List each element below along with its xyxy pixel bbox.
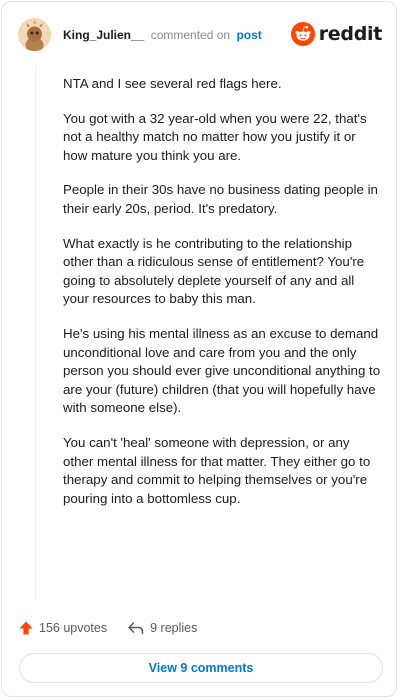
comment-paragraph: NTA and I see several red flags here. [63,76,282,91]
thread-line[interactable] [35,66,36,600]
comment-paragraph: You got with a 32 year-old when you were… [63,110,367,163]
comment-body: NTA and I see several red flags here. Yo… [63,75,383,524]
comment-header: King_Julien__ commented on post reddit [2,2,396,68]
reddit-brand[interactable]: reddit [290,20,383,48]
username-link[interactable]: King_Julien__ [63,28,144,42]
post-link[interactable]: post [236,28,261,42]
action-text: commented on [150,28,231,42]
brand-wordmark: reddit [318,23,383,45]
avatar[interactable] [18,18,51,51]
avatar-icon [18,18,51,51]
upvote-arrow-icon [19,621,33,635]
comment-paragraph: What exactly is he contributing to the r… [63,235,365,307]
comment-paragraph: People in their 30s have no business dat… [63,182,378,216]
comment-meta: King_Julien__ commented on post [63,28,262,42]
comment-card: King_Julien__ commented on post reddit N… [1,1,397,697]
upvote-button[interactable]: 156 upvotes [18,620,107,636]
reply-arrow-icon [128,622,144,635]
reply-button[interactable]: 9 replies [127,620,197,636]
comment-paragraph: He's using his mental illness as an excu… [63,325,381,416]
comment-paragraph: You can't 'heal' someone with depression… [63,434,371,506]
reddit-logo-icon [290,22,315,46]
reply-count: 9 replies [150,621,198,635]
upvote-count: 156 upvotes [39,621,108,635]
view-comments-button[interactable]: View 9 comments [19,653,383,683]
comment-footer: 156 upvotes 9 replies [18,616,378,640]
